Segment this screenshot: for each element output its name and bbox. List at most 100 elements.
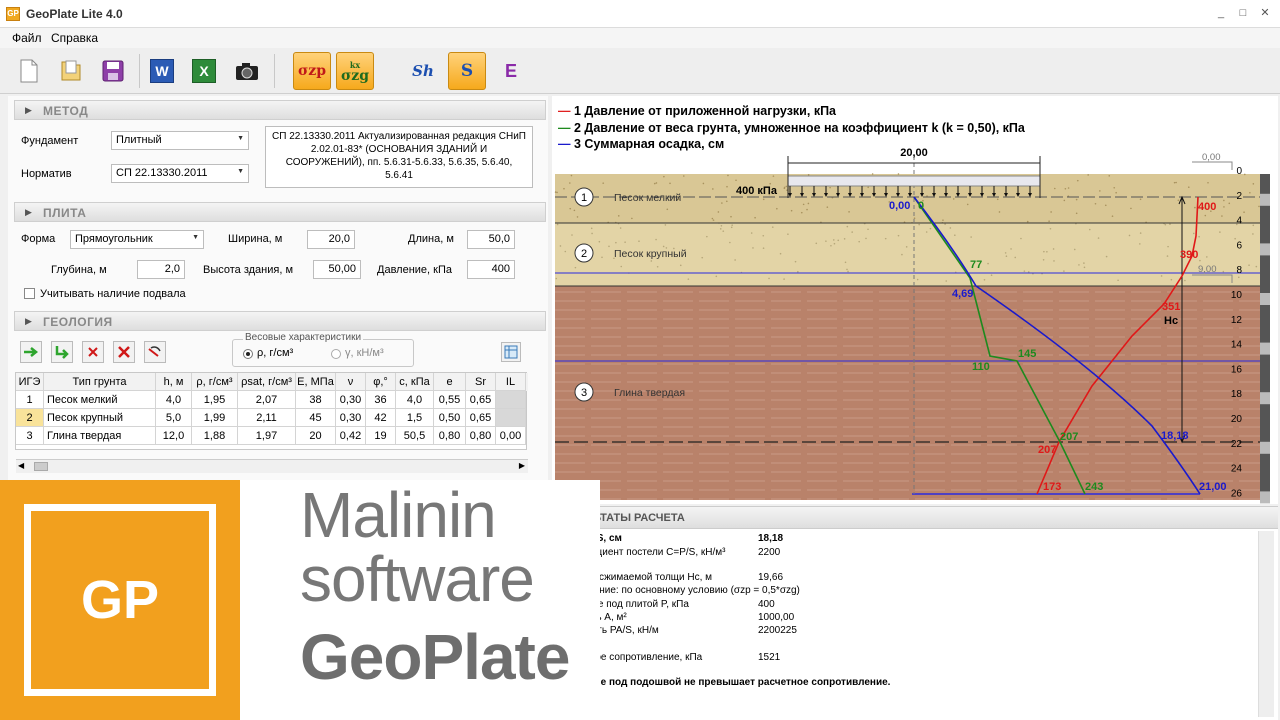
kszg-button[interactable]: kx σzg — [336, 52, 374, 90]
column-header[interactable]: E, МПа — [296, 373, 336, 391]
table-cell[interactable]: 20 — [296, 427, 336, 445]
table-cell[interactable]: Песок мелкий — [44, 391, 156, 409]
table-cell[interactable]: 3 — [16, 427, 44, 445]
depth-tick-label: 14 — [1231, 340, 1243, 351]
soil-texture-dot — [1258, 205, 1260, 208]
add-layer-button[interactable] — [20, 341, 42, 363]
building-height-input[interactable]: 50,00 — [313, 260, 361, 279]
column-header[interactable]: h, м — [156, 373, 192, 391]
open-file-button[interactable] — [52, 52, 90, 90]
table-cell[interactable]: 2,11 — [238, 409, 296, 427]
table-cell[interactable]: 38 — [296, 391, 336, 409]
table-horizontal-scrollbar[interactable]: ◀ ▶ — [16, 459, 528, 473]
column-header[interactable]: ИГЭ — [16, 373, 44, 391]
save-button[interactable] — [94, 52, 132, 90]
e-button[interactable]: E — [492, 52, 530, 90]
table-cell[interactable]: 4,0 — [156, 391, 192, 409]
layers-library-button[interactable] — [501, 342, 521, 362]
scroll-left-icon[interactable]: ◀ — [18, 461, 24, 470]
table-cell[interactable]: 1,97 — [238, 427, 296, 445]
table-cell[interactable]: Песок крупный — [44, 409, 156, 427]
table-row[interactable]: 1 Песок мелкий 4,0 1,95 2,07 38 0,30 36 4,0 0,55 0… — [16, 391, 528, 409]
table-cell[interactable]: 1,5 — [396, 409, 434, 427]
table-cell[interactable]: 2 — [16, 409, 44, 427]
excel-export-button[interactable]: X — [185, 52, 223, 90]
soil-texture-dot — [655, 182, 658, 184]
table-cell[interactable]: 0,00 — [496, 427, 526, 445]
delete-all-button[interactable] — [113, 341, 135, 363]
table-cell[interactable]: 1,95 — [192, 391, 238, 409]
table-cell[interactable]: 36 — [366, 391, 396, 409]
table-cell[interactable]: 5,0 — [156, 409, 192, 427]
szp-button[interactable]: σzp — [293, 52, 331, 90]
column-header[interactable]: ρsat, г/см³ — [238, 373, 296, 391]
column-header[interactable]: φ,° — [366, 373, 396, 391]
close-button[interactable]: ✕ — [1258, 6, 1272, 20]
table-cell[interactable]: 0,80 — [434, 427, 466, 445]
table-cell[interactable]: 42 — [366, 409, 396, 427]
norm-select[interactable]: СП 22.13330.2011 ▼ — [111, 164, 249, 183]
geology-section-header[interactable]: ▶ ГЕОЛОГИЯ — [14, 311, 546, 331]
table-cell[interactable]: 0,65 — [466, 409, 496, 427]
menu-file[interactable]: Файл — [12, 31, 42, 45]
scroll-right-icon[interactable]: ▶ — [519, 461, 525, 470]
soil-texture-dot — [1042, 259, 1045, 261]
scroll-thumb[interactable] — [34, 462, 48, 471]
column-header[interactable]: IL — [496, 373, 526, 391]
width-input[interactable]: 20,0 — [307, 230, 355, 249]
insert-layer-button[interactable] — [51, 341, 73, 363]
table-cell[interactable]: 0,50 — [434, 409, 466, 427]
word-export-button[interactable]: W — [143, 52, 181, 90]
table-cell[interactable]: 50,5 — [396, 427, 434, 445]
method-section-header[interactable]: ▶ МЕТОД — [14, 100, 546, 120]
table-row[interactable]: 3 Глина твердая 12,0 1,88 1,97 20 0,42 19 50,5 0,… — [16, 427, 528, 445]
clear-button[interactable] — [144, 341, 166, 363]
s-button[interactable]: S — [448, 52, 486, 90]
insert-arrow-icon — [55, 346, 69, 359]
table-cell[interactable]: 0,30 — [336, 409, 366, 427]
delete-layer-button[interactable] — [82, 341, 104, 363]
table-cell[interactable]: 0,55 — [434, 391, 466, 409]
column-header[interactable]: ρ, г/см³ — [192, 373, 238, 391]
table-cell[interactable] — [496, 409, 526, 427]
new-file-button[interactable] — [10, 52, 48, 90]
column-header[interactable]: e — [434, 373, 466, 391]
foundation-select[interactable]: Плитный ▼ — [111, 131, 249, 150]
length-input[interactable]: 50,0 — [467, 230, 515, 249]
column-header[interactable]: c, кПа — [396, 373, 434, 391]
table-cell[interactable]: 0,80 — [466, 427, 496, 445]
results-scrollbar[interactable] — [1258, 531, 1274, 717]
table-row[interactable]: 2 Песок крупный 5,0 1,99 2,11 45 0,30 42 1,5 0,50… — [16, 409, 528, 427]
radio-density[interactable] — [243, 349, 253, 359]
sh-button[interactable]: Sh — [404, 52, 442, 90]
menu-help[interactable]: Справка — [51, 31, 98, 45]
screenshot-button[interactable] — [228, 52, 266, 90]
table-cell[interactable]: 4,0 — [396, 391, 434, 409]
table-cell[interactable]: 2,07 — [238, 391, 296, 409]
basement-label: Учитывать наличие подвала — [40, 288, 186, 300]
minimize-button[interactable]: _ — [1214, 6, 1228, 20]
column-header[interactable]: ν — [336, 373, 366, 391]
basement-checkbox[interactable] — [24, 288, 35, 299]
table-cell[interactable]: 1,88 — [192, 427, 238, 445]
table-cell[interactable]: 12,0 — [156, 427, 192, 445]
table-cell[interactable] — [496, 391, 526, 409]
table-cell[interactable]: 0,65 — [466, 391, 496, 409]
column-header[interactable]: Sr — [466, 373, 496, 391]
table-cell[interactable]: Глина твердая — [44, 427, 156, 445]
depth-input[interactable]: 2,0 — [137, 260, 185, 279]
table-cell[interactable]: 1,99 — [192, 409, 238, 427]
table-cell[interactable]: 1 — [16, 391, 44, 409]
soil-texture-dot — [669, 182, 671, 185]
table-cell[interactable]: 45 — [296, 409, 336, 427]
plate-section-header[interactable]: ▶ ПЛИТА — [14, 202, 546, 222]
column-header[interactable]: Тип грунта — [44, 373, 156, 391]
radio-unit-weight[interactable] — [331, 349, 341, 359]
table-cell[interactable]: 19 — [366, 427, 396, 445]
table-cell[interactable]: 0,42 — [336, 427, 366, 445]
table-cell[interactable]: 0,30 — [336, 391, 366, 409]
pressure-input[interactable]: 400 — [467, 260, 515, 279]
maximize-button[interactable]: □ — [1236, 6, 1250, 20]
shape-select[interactable]: Прямоугольник ▼ — [70, 230, 204, 249]
soil-texture-dot — [858, 240, 860, 243]
